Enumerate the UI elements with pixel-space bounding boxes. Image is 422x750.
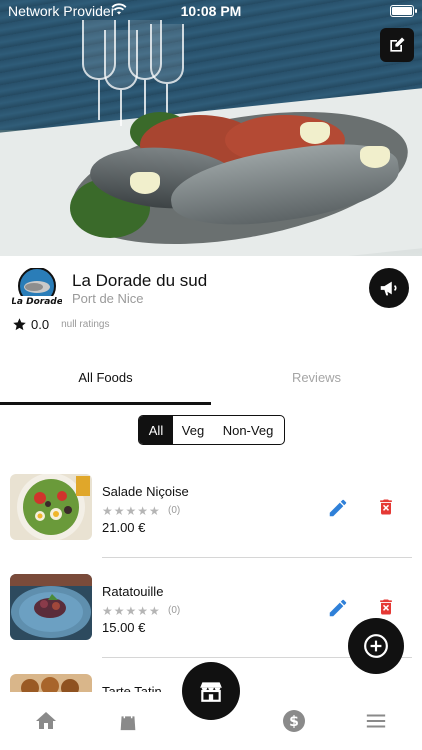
filter-non-veg[interactable]: Non-Veg — [213, 416, 283, 444]
restaurant-screen: Network Provider 10:08 PM La Dorade La D… — [0, 0, 422, 750]
food-price: 15.00 € — [102, 620, 146, 635]
divider — [102, 557, 412, 558]
rating-count: null ratings — [61, 319, 110, 330]
food-name: Ratatouille — [102, 584, 164, 599]
shopping-bag-icon — [120, 711, 136, 731]
food-stars: ★★★★★ — [102, 504, 161, 518]
food-name: Salade Niçoise — [102, 484, 189, 499]
trash-icon[interactable] — [376, 496, 396, 518]
restaurant-rating: 0.0 null ratings — [12, 317, 109, 332]
store-button[interactable] — [182, 662, 240, 720]
food-thumbnail — [10, 574, 92, 640]
food-rating-count: (0) — [168, 505, 181, 516]
menu-icon — [366, 714, 386, 728]
promote-button[interactable] — [369, 268, 409, 308]
restaurant-name: La Dorade du sud — [72, 271, 208, 290]
plus-circle-icon — [364, 634, 388, 658]
food-item-salade-nicoise[interactable]: Salade Niçoise ★★★★★ (0) 21.00 € — [0, 474, 422, 574]
store-icon — [200, 682, 222, 702]
dollar-icon: $ — [283, 710, 305, 732]
nav-home[interactable] — [34, 709, 58, 733]
star-icon — [13, 318, 26, 331]
pencil-icon[interactable] — [327, 597, 349, 619]
restaurant-cover-image — [0, 0, 422, 256]
filter-all[interactable]: All — [139, 416, 173, 444]
restaurant-location: Port de Nice — [72, 291, 144, 306]
edit-square-icon — [390, 37, 405, 52]
svg-text:La Dorade: La Dorade — [12, 297, 62, 307]
food-rating-count: (0) — [168, 605, 181, 616]
filter-veg[interactable]: Veg — [173, 416, 213, 444]
tab-all-foods[interactable]: All Foods — [0, 360, 211, 405]
food-thumbnail — [10, 474, 92, 540]
food-stars: ★★★★★ — [102, 604, 161, 618]
megaphone-icon — [380, 281, 397, 296]
rating-value: 0.0 — [31, 317, 50, 332]
battery-icon — [390, 5, 417, 17]
nav-earnings[interactable]: $ — [282, 709, 306, 733]
food-tabs: All Foods Reviews — [0, 360, 422, 405]
active-tab-indicator — [0, 402, 211, 405]
svg-text:$: $ — [289, 714, 299, 730]
tab-reviews[interactable]: Reviews — [211, 360, 422, 405]
clock: 10:08 PM — [180, 3, 242, 19]
status-bar: Network Provider 10:08 PM — [0, 0, 422, 22]
nav-orders[interactable] — [116, 709, 140, 733]
home-icon — [36, 712, 56, 729]
edit-restaurant-button[interactable] — [380, 28, 414, 62]
restaurant-logo: La Dorade — [11, 267, 63, 308]
pencil-icon[interactable] — [327, 497, 349, 519]
food-price: 21.00 € — [102, 520, 146, 535]
diet-filter: All Veg Non-Veg — [138, 415, 285, 445]
nav-menu[interactable] — [364, 709, 388, 733]
add-food-button[interactable] — [348, 618, 404, 674]
trash-icon[interactable] — [376, 596, 396, 618]
